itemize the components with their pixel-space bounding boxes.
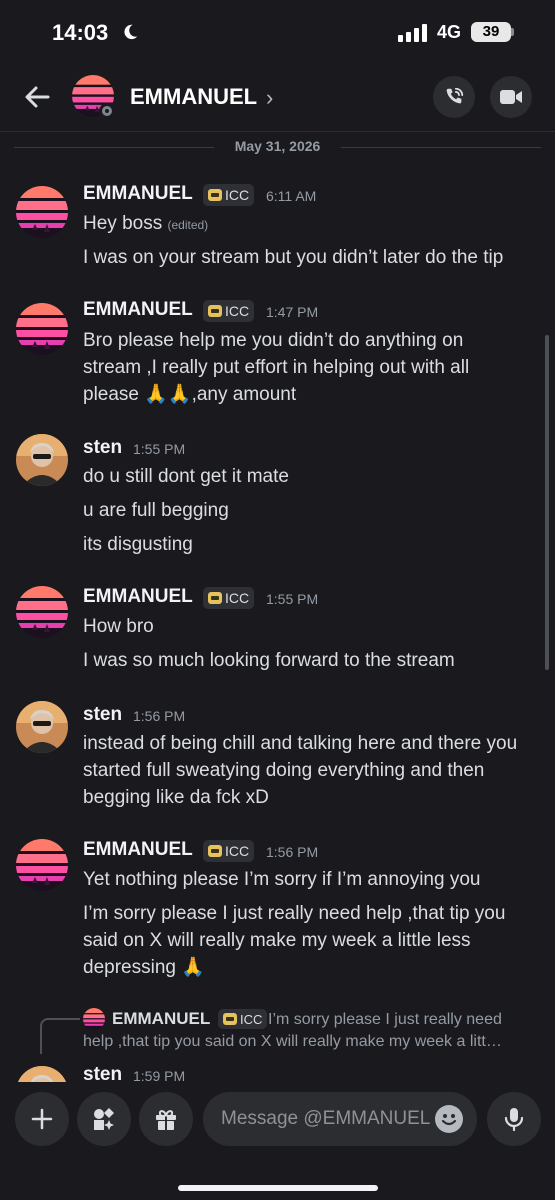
status-bar: 14:03 4G 39 <box>0 0 555 62</box>
edited-label: (edited) <box>167 218 209 232</box>
dm-header: EMMANUEL › <box>0 62 555 132</box>
sunset-avatar-icon <box>16 303 68 355</box>
sunset-avatar-icon <box>16 586 68 638</box>
header-username[interactable]: EMMANUEL <box>130 84 257 110</box>
message-text[interactable]: Hey boss (edited) <box>83 210 543 239</box>
message-text[interactable]: How bro <box>83 613 543 640</box>
message-timestamp: 1:56 PM <box>266 844 319 860</box>
message-text[interactable]: said on X will really make my week a lit… <box>83 927 543 954</box>
server-tag[interactable]: ICC <box>203 300 255 322</box>
emoji-icon[interactable] <box>435 1105 463 1133</box>
video-call-button[interactable] <box>490 76 532 118</box>
avatar[interactable] <box>16 701 68 753</box>
message-text[interactable]: instead of being chill and talking here … <box>83 730 543 757</box>
message-author[interactable]: EMMANUEL <box>83 586 193 608</box>
message-text[interactable]: I was so much looking forward to the str… <box>83 647 543 674</box>
server-tag[interactable]: ICC <box>203 587 255 609</box>
message-text[interactable]: started full sweatying doing everything … <box>83 757 543 784</box>
apps-icon <box>94 1108 114 1130</box>
avatar[interactable] <box>16 586 68 638</box>
composer-bar <box>0 1082 555 1200</box>
voice-message-button[interactable] <box>487 1092 541 1146</box>
message-text[interactable]: Yet nothing please I’m sorry if I’m anno… <box>83 866 543 893</box>
message-text[interactable]: do u still dont get it mate <box>83 463 543 490</box>
reply-connector <box>40 1018 80 1054</box>
server-tag[interactable]: ICC <box>218 1009 268 1029</box>
signal-icon <box>398 24 427 42</box>
message-text[interactable]: begging like da fck xD <box>83 784 543 811</box>
battery-tip <box>511 28 514 36</box>
person-avatar-icon <box>16 701 68 753</box>
plus-icon <box>31 1108 53 1130</box>
date-divider-label: May 31, 2026 <box>234 138 321 154</box>
message-text[interactable]: please 🙏🙏,any amount <box>83 381 543 408</box>
message-timestamp: 6:11 AM <box>266 188 317 204</box>
tag-icon <box>208 305 222 317</box>
scrollbar[interactable] <box>545 335 549 670</box>
chevron-right-icon[interactable]: › <box>266 85 273 111</box>
message-input[interactable] <box>221 1092 431 1146</box>
battery-icon: 39 <box>471 22 511 42</box>
avatar[interactable] <box>16 839 68 891</box>
message-text[interactable]: depressing 🙏 <box>83 954 543 981</box>
apps-button[interactable] <box>77 1092 131 1146</box>
reply-preview-text[interactable]: I’m sorry please I just really need <box>268 1011 502 1029</box>
message-timestamp: 1:47 PM <box>266 304 319 320</box>
message-author[interactable]: EMMANUEL <box>83 183 193 205</box>
add-attachment-button[interactable] <box>15 1092 69 1146</box>
voice-call-button[interactable] <box>433 76 475 118</box>
reply-preview-text[interactable]: help ,that tip you said on X will really… <box>83 1033 502 1051</box>
message-timestamp: 1:55 PM <box>133 441 186 457</box>
message-author[interactable]: EMMANUEL <box>83 839 193 861</box>
message-text[interactable]: I’m sorry please I just really need help… <box>83 900 543 927</box>
tag-icon <box>223 1013 237 1025</box>
sunset-avatar-icon <box>83 1008 105 1030</box>
status-time: 14:03 <box>52 20 109 45</box>
message-author[interactable]: sten <box>83 704 122 726</box>
video-camera-icon <box>500 90 522 104</box>
network-type: 4G <box>437 22 462 42</box>
tag-icon <box>208 592 222 604</box>
offline-status-icon <box>99 103 115 119</box>
tag-icon <box>208 189 222 201</box>
moon-icon <box>124 24 138 40</box>
tag-icon <box>208 845 222 857</box>
person-avatar-icon <box>16 434 68 486</box>
sunset-avatar-icon <box>16 839 68 891</box>
server-tag[interactable]: ICC <box>203 184 255 206</box>
message-text[interactable]: stream ,I really put effort in helping o… <box>83 354 543 381</box>
message-timestamp: 1:55 PM <box>266 591 319 607</box>
avatar[interactable] <box>16 186 68 238</box>
message-text[interactable]: u are full begging <box>83 497 543 524</box>
microphone-icon <box>504 1108 524 1132</box>
back-arrow-icon[interactable] <box>20 80 54 114</box>
phone-call-icon <box>446 87 464 104</box>
message-author[interactable]: sten <box>83 437 122 459</box>
reply-author[interactable]: EMMANUEL <box>112 1009 210 1029</box>
date-divider: May 31, 2026 <box>14 138 541 156</box>
sunset-avatar-icon <box>16 186 68 238</box>
message-input-container <box>203 1092 477 1146</box>
message-text[interactable]: its disgusting <box>83 531 543 558</box>
home-indicator[interactable] <box>178 1185 378 1191</box>
message-text[interactable]: Bro please help me you didn’t do anythin… <box>83 327 543 354</box>
message-author[interactable]: EMMANUEL <box>83 299 193 321</box>
message-timestamp: 1:56 PM <box>133 708 186 724</box>
avatar[interactable] <box>16 303 68 355</box>
emoji-face-icon <box>441 1114 457 1126</box>
gift-button[interactable] <box>139 1092 193 1146</box>
message-text[interactable]: I was on your stream but you didn’t late… <box>83 244 543 271</box>
server-tag[interactable]: ICC <box>203 840 255 862</box>
reply-avatar[interactable] <box>83 1008 105 1030</box>
avatar[interactable] <box>16 434 68 486</box>
gift-icon <box>156 1110 176 1130</box>
